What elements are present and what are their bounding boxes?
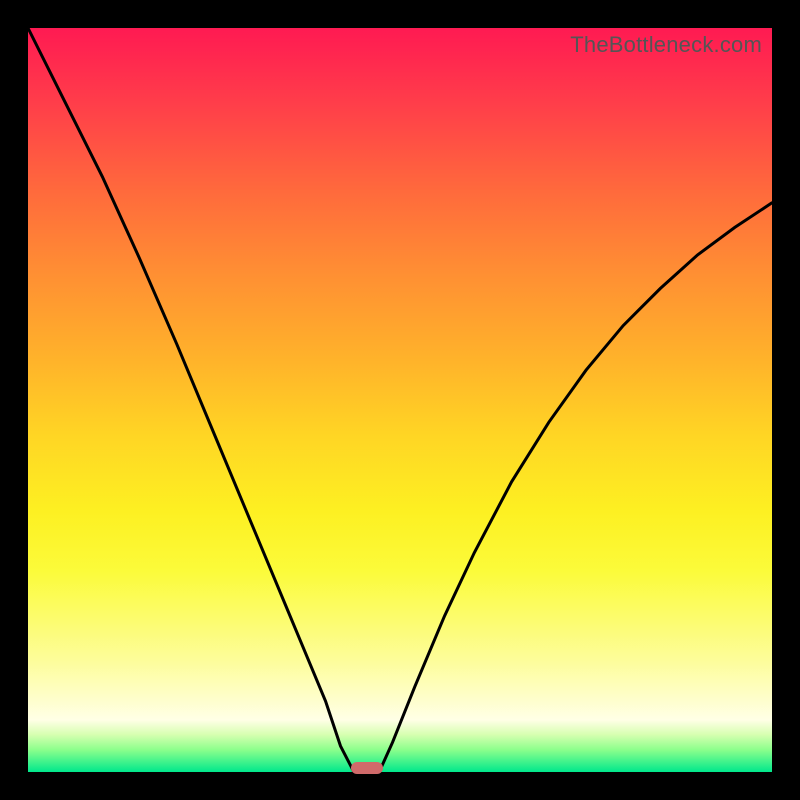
- curve-layer: [28, 28, 772, 772]
- curve-left: [28, 28, 354, 772]
- plot-area: TheBottleneck.com: [28, 28, 772, 772]
- curve-right: [379, 203, 772, 772]
- minimum-marker: [351, 762, 383, 774]
- chart-frame: TheBottleneck.com: [0, 0, 800, 800]
